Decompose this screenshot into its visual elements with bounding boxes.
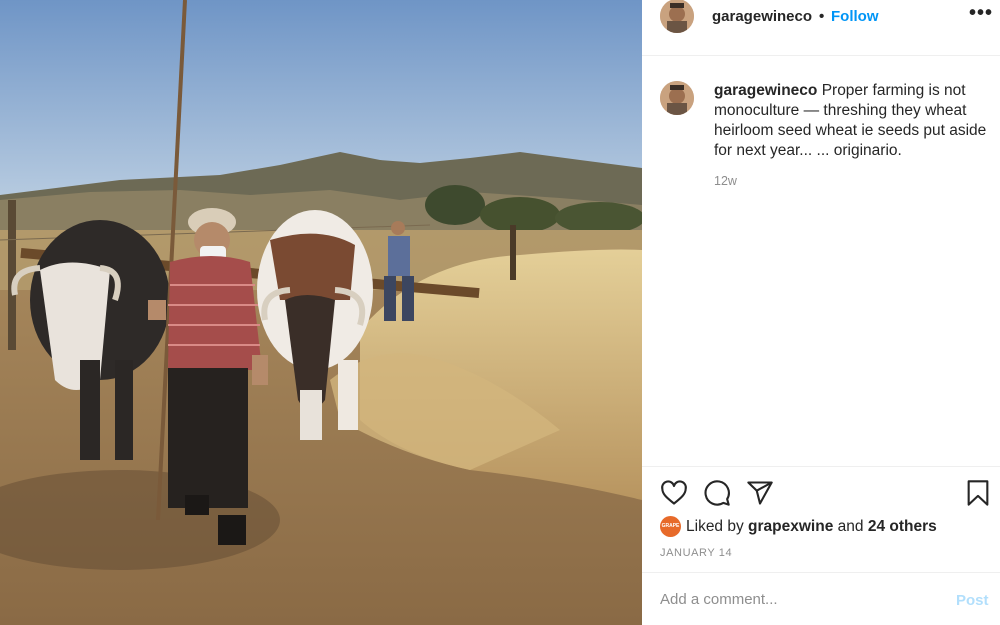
likes-others-link[interactable]: 24 others [868, 518, 937, 535]
threshing-scene-image [0, 0, 642, 625]
more-options-icon[interactable]: ••• [969, 2, 993, 25]
bookmark-icon[interactable] [964, 479, 992, 507]
post-side-panel: garagewineco • Follow ••• garagewineco P… [642, 0, 1000, 625]
caption-author-avatar[interactable] [660, 81, 694, 115]
post-date[interactable]: JANUARY 14 [660, 547, 732, 559]
caption-username[interactable]: garagewineco [714, 82, 817, 99]
comment-icon[interactable] [703, 479, 731, 507]
post-comment-button[interactable]: Post [956, 592, 989, 609]
likes-prefix: Liked by [686, 518, 744, 535]
follow-button[interactable]: Follow [831, 8, 879, 25]
liker-username[interactable]: grapexwine [748, 518, 833, 535]
post-header: garagewineco • Follow ••• [642, 0, 1000, 56]
separator-dot: • [819, 8, 825, 25]
comment-bar: Post [642, 572, 1000, 625]
likes-summary: Liked by grapexwine and 24 others [686, 518, 937, 536]
author-avatar[interactable] [660, 0, 694, 33]
caption-section: garagewineco Proper farming is not monoc… [642, 56, 1000, 466]
caption-text: garagewineco Proper farming is not monoc… [714, 81, 996, 161]
author-username[interactable]: garagewineco [712, 8, 812, 25]
share-icon[interactable] [746, 479, 774, 507]
likes-conjunction: and [837, 518, 864, 535]
heart-icon[interactable] [660, 479, 688, 507]
post-photo[interactable] [0, 0, 642, 625]
post-age[interactable]: 12w [714, 174, 737, 188]
post-actions: GRAPE Liked by grapexwine and 24 others … [642, 466, 1000, 572]
comment-input[interactable] [660, 587, 930, 611]
liker-avatar[interactable]: GRAPE [660, 516, 681, 537]
